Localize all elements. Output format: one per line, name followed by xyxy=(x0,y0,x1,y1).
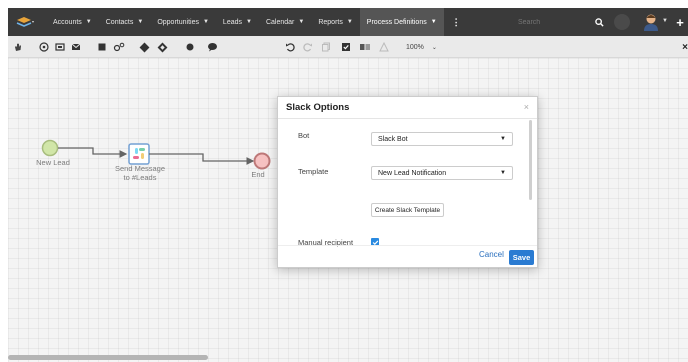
search-button[interactable] xyxy=(592,12,606,32)
close-icon[interactable]: × xyxy=(524,102,529,112)
dialog-footer: Cancel Save xyxy=(278,245,537,269)
caret-down-icon: ▼ xyxy=(85,19,92,25)
end-event-tool[interactable] xyxy=(184,39,196,55)
hand-icon xyxy=(15,43,21,51)
distribute-button[interactable] xyxy=(378,39,390,55)
caret-down-icon: ▼ xyxy=(500,136,506,142)
search-input[interactable] xyxy=(472,12,592,32)
dialog-header: Slack Options xyxy=(278,97,537,119)
bot-select[interactable]: Slack Bot ▼ xyxy=(371,132,513,146)
gears-icon xyxy=(113,42,125,52)
exclusive-gateway-tool[interactable] xyxy=(138,39,150,55)
quick-create-button[interactable]: + xyxy=(672,12,688,32)
call-activity-tool[interactable] xyxy=(112,39,126,55)
user-avatar-icon xyxy=(644,14,658,31)
app-logo[interactable] xyxy=(12,8,38,36)
redo-icon xyxy=(303,43,312,52)
slack-options-dialog: Slack Options × Bot Slack Bot ▼ Template… xyxy=(277,96,538,268)
zoom-value: 100% xyxy=(406,43,424,51)
nav-item-label: Calendar xyxy=(265,18,295,26)
avatar[interactable] xyxy=(642,12,660,32)
square-icon xyxy=(98,43,106,51)
nav-item-process-definitions[interactable]: Process Definitions ▼ xyxy=(359,8,444,36)
app-logo-icon xyxy=(16,17,34,27)
caret-down-icon[interactable]: ▼ xyxy=(662,18,668,24)
save-button[interactable]: Save xyxy=(509,250,534,265)
message-tool[interactable] xyxy=(70,39,82,55)
nav-item-reports[interactable]: Reports ▼ xyxy=(311,8,359,36)
bot-label: Bot xyxy=(298,131,310,140)
notifications-icon[interactable] xyxy=(614,14,630,30)
search-icon xyxy=(594,17,604,27)
circle-filled-icon xyxy=(186,43,194,51)
nav-item-label: Accounts xyxy=(53,18,82,26)
bot-select-value: Slack Bot xyxy=(378,135,408,143)
nav-item-label: Process Definitions xyxy=(366,18,427,26)
nav-item-label: Reports xyxy=(318,18,343,26)
copy-icon xyxy=(322,42,330,52)
top-navbar: Accounts ▼ Contacts ▼ Opportunities ▼ Leads… xyxy=(8,8,688,36)
copy-button[interactable] xyxy=(320,39,332,55)
monitor-icon xyxy=(55,43,65,51)
diamond-filled-icon xyxy=(139,42,149,52)
cancel-button[interactable]: Cancel xyxy=(479,250,504,259)
nav-item-calendar[interactable]: Calendar ▼ xyxy=(259,8,311,36)
redo-button[interactable] xyxy=(302,39,314,55)
nav-item-label: Opportunities xyxy=(157,18,199,26)
template-select[interactable]: New Lead Notification ▼ xyxy=(371,166,513,180)
caret-down-icon: ▼ xyxy=(137,19,144,25)
task-tool[interactable] xyxy=(54,39,66,55)
comment-tool[interactable] xyxy=(206,39,218,55)
undo-button[interactable] xyxy=(284,39,296,55)
envelope-icon xyxy=(71,43,81,50)
chevron-down-icon: ⌄ xyxy=(431,44,437,51)
select-all-button[interactable] xyxy=(340,39,352,55)
hand-tool-button[interactable] xyxy=(12,39,24,55)
align-button[interactable] xyxy=(358,39,372,55)
circle-timer-icon xyxy=(39,42,49,52)
start-event-tool[interactable] xyxy=(38,39,50,55)
caret-down-icon: ▼ xyxy=(298,19,305,25)
comment-icon xyxy=(207,43,217,52)
nav-item-opportunities[interactable]: Opportunities ▼ xyxy=(150,8,216,36)
zoom-select[interactable]: 100% ⌄ xyxy=(406,39,437,55)
caret-down-icon: ▼ xyxy=(430,19,437,25)
dialog-scrollbar[interactable] xyxy=(529,120,532,200)
diamond-outline-icon xyxy=(157,42,167,52)
diagram-toolbar: 100% ⌄ × xyxy=(8,36,688,58)
more-menu-icon[interactable]: ⋮ xyxy=(444,17,469,28)
template-select-value: New Lead Notification xyxy=(378,169,447,177)
parallel-gateway-tool[interactable] xyxy=(156,39,168,55)
caret-down-icon: ▼ xyxy=(346,19,353,25)
checkbox-icon xyxy=(342,43,350,51)
subprocess-tool[interactable] xyxy=(96,39,108,55)
align-icon xyxy=(360,44,370,50)
dialog-title: Slack Options xyxy=(286,102,350,113)
nav-item-label: Contacts xyxy=(105,18,134,26)
caret-down-icon: ▼ xyxy=(500,170,506,176)
create-slack-template-button[interactable]: Create Slack Template xyxy=(371,203,444,217)
undo-icon xyxy=(286,43,295,52)
caret-down-icon: ▼ xyxy=(246,19,252,25)
warning-icon xyxy=(379,42,389,52)
nav-item-contacts[interactable]: Contacts ▼ xyxy=(99,8,151,36)
caret-down-icon: ▼ xyxy=(202,19,209,25)
template-label: Template xyxy=(298,167,329,176)
nav-item-label: Leads xyxy=(222,18,242,26)
close-editor-button[interactable]: × xyxy=(678,39,688,55)
nav-item-leads[interactable]: Leads ▼ xyxy=(216,8,259,36)
nav-item-accounts[interactable]: Accounts ▼ xyxy=(46,8,99,36)
